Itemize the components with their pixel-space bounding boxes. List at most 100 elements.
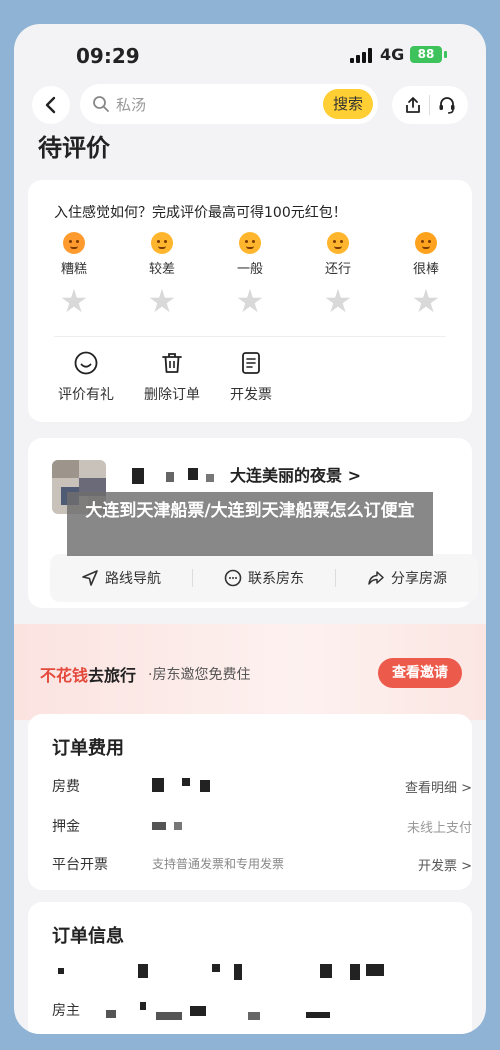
hotel-action-bar: 路线导航 联系房东 分享房源 xyxy=(50,554,478,602)
delete-order-button[interactable]: 删除订单 xyxy=(144,350,200,404)
redacted-block xyxy=(234,964,242,980)
search-button[interactable]: 搜索 xyxy=(323,89,373,119)
issue-invoice-link[interactable]: 开发票 > xyxy=(418,855,472,874)
invoice-icon xyxy=(242,352,260,374)
section-title: 订单费用 xyxy=(52,738,124,759)
fee-row-deposit: 押金 未线上支付 xyxy=(52,814,472,838)
overlay-title: 大连到天津船票/大连到天津船票怎么订便宜 xyxy=(67,492,433,556)
redacted-block xyxy=(152,778,164,792)
redacted-block xyxy=(156,1012,182,1020)
page-title: 待评价 xyxy=(38,134,110,162)
fee-label: 押金 xyxy=(52,819,80,835)
battery-level: 88 xyxy=(417,47,435,61)
contact-host-button[interactable]: 联系房东 xyxy=(193,568,335,588)
fee-row-invoice: 平台开票 支持普通发票和专用发票 开发票 > xyxy=(52,852,472,876)
angry-face-icon xyxy=(63,232,85,254)
review-action-label: 删除订单 xyxy=(144,387,200,403)
share-icon[interactable] xyxy=(404,96,422,114)
order-info-card: 订单信息 房主 xyxy=(28,902,472,1034)
smile-icon xyxy=(74,351,98,375)
section-title: 订单信息 xyxy=(52,926,124,947)
redacted-block xyxy=(200,780,210,792)
rating-label: 糟糕 xyxy=(60,262,87,277)
rating-great[interactable]: 很棒 ★ xyxy=(390,232,462,319)
nav-actions xyxy=(392,86,468,124)
customer-service-icon[interactable] xyxy=(437,95,457,115)
smile-face-icon xyxy=(327,232,349,254)
rating-average[interactable]: 一般 ★ xyxy=(214,232,286,319)
star-icon[interactable]: ★ xyxy=(214,283,286,319)
rating-label: 较差 xyxy=(148,262,175,277)
redacted-block xyxy=(206,474,214,482)
invoice-button[interactable]: 开发票 xyxy=(230,350,272,404)
redacted-block xyxy=(174,822,182,830)
redacted-block xyxy=(58,968,64,974)
battery-icon: 88 xyxy=(410,46,442,63)
redacted-block xyxy=(138,964,148,978)
battery-tip xyxy=(444,51,447,58)
redacted-block xyxy=(106,1010,116,1018)
navigation-icon xyxy=(82,570,98,586)
hotel-name[interactable]: 大连美丽的夜景 > xyxy=(230,462,361,486)
signal-icon xyxy=(350,47,372,63)
review-action-label: 评价有礼 xyxy=(58,387,114,403)
navigation-button[interactable]: 路线导航 xyxy=(50,568,192,588)
chevron-left-icon xyxy=(45,96,56,114)
order-fee-card: 订单费用 房费 查看明细 > 押金 未线上支付 平台开票 支持普通发票和专用发票… xyxy=(28,714,472,890)
redacted-block xyxy=(306,1012,330,1018)
rating-okay[interactable]: 还行 ★ xyxy=(302,232,374,319)
redacted-block xyxy=(132,468,144,484)
share-icon xyxy=(368,571,384,585)
redacted-block xyxy=(212,964,220,972)
order-info-label: 房主 xyxy=(52,1003,80,1019)
promo-headline: 不花钱去旅行 xyxy=(40,662,136,686)
redacted-block xyxy=(320,964,332,978)
review-prompt: 入住感觉如何？完成评价最高可得100元红包！ xyxy=(54,205,347,221)
redacted-block xyxy=(152,822,166,830)
fee-label: 平台开票 xyxy=(52,857,108,873)
view-details-link[interactable]: 查看明细 > xyxy=(405,777,472,796)
rating-label: 一般 xyxy=(236,262,263,277)
share-listing-button[interactable]: 分享房源 xyxy=(336,568,478,588)
status-bar: 09:29 4G 88 xyxy=(14,24,486,84)
phone-screen: 09:29 4G 88 私汤 搜索 待评价 入住感觉如何？完成评价最高可得100… xyxy=(14,24,486,1034)
status-time: 09:29 xyxy=(76,44,140,68)
view-invite-button[interactable]: 查看邀请 xyxy=(378,658,462,688)
sad-face-icon xyxy=(151,232,173,254)
promo-subtitle: ·房东邀您免费住 xyxy=(148,667,251,683)
back-button[interactable] xyxy=(32,86,70,124)
rating-label: 还行 xyxy=(324,262,351,277)
star-icon[interactable]: ★ xyxy=(126,283,198,319)
divider xyxy=(428,95,430,115)
invoice-note: 支持普通发票和专用发票 xyxy=(152,857,285,871)
redacted-block xyxy=(248,1012,260,1020)
review-card: 入住感觉如何？完成评价最高可得100元红包！ 糟糕 ★ 较差 ★ 一般 ★ 还行… xyxy=(28,180,472,422)
star-icon[interactable]: ★ xyxy=(302,283,374,319)
star-icon[interactable]: ★ xyxy=(390,283,462,319)
neutral-face-icon xyxy=(239,232,261,254)
network-type: 4G xyxy=(380,45,405,64)
redacted-block xyxy=(182,778,190,786)
redacted-block xyxy=(350,964,360,980)
chat-icon xyxy=(224,569,242,587)
promo-banner[interactable]: 不花钱去旅行 ·房东邀您免费住 查看邀请 xyxy=(14,624,486,720)
hotel-action-label: 分享房源 xyxy=(391,571,447,587)
redacted-block xyxy=(366,964,384,976)
search-icon xyxy=(93,96,109,112)
fee-label: 房费 xyxy=(52,779,80,795)
trash-icon xyxy=(162,353,182,373)
review-action-label: 开发票 xyxy=(230,387,272,403)
promo-red-text: 不花钱 xyxy=(40,666,89,685)
review-actions: 评价有礼 删除订单 开发票 xyxy=(58,350,358,404)
redacted-block xyxy=(140,1002,146,1010)
rating-label: 很棒 xyxy=(412,262,439,277)
rating-poor[interactable]: 较差 ★ xyxy=(126,232,198,319)
fee-row-room: 房费 查看明细 > xyxy=(52,774,472,798)
rating-terrible[interactable]: 糟糕 ★ xyxy=(38,232,110,319)
review-gift-button[interactable]: 评价有礼 xyxy=(58,350,114,404)
search-input[interactable]: 私汤 搜索 xyxy=(80,84,378,124)
search-placeholder: 私汤 xyxy=(116,96,147,114)
star-icon[interactable]: ★ xyxy=(38,283,110,319)
hotel-action-label: 路线导航 xyxy=(105,571,161,587)
top-nav: 私汤 搜索 xyxy=(14,82,486,128)
